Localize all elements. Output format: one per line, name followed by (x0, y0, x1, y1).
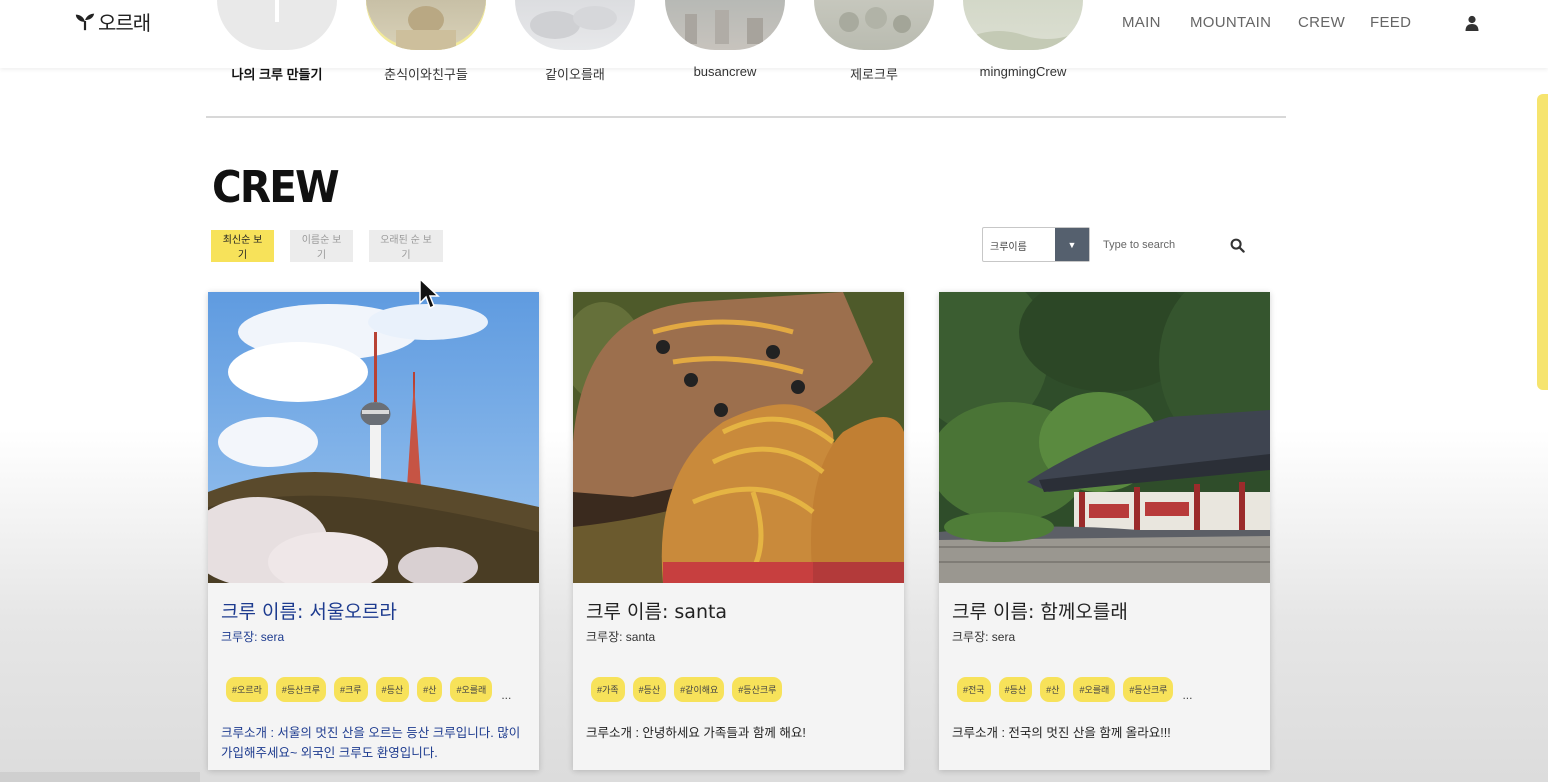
nav-crew[interactable]: CREW (1298, 14, 1345, 31)
search-type-value: 크루이름 (990, 242, 1027, 253)
sort-latest-button[interactable]: 최신순 보기 (211, 230, 274, 262)
crew-image-seoul-tower (208, 292, 539, 583)
nav-main[interactable]: MAIN (1122, 14, 1161, 31)
hashtag[interactable]: #산 (1040, 677, 1066, 702)
hashtag[interactable]: #전국 (957, 677, 991, 702)
tag-list: #전국 #등산 #산 #오를래 #등산크루 ... (957, 677, 1192, 702)
hashtag[interactable]: #오를래 (450, 677, 493, 702)
crew-card[interactable]: 크루 이름: 함께오를래 크루장: sera #전국 #등산 #산 #오를래 #… (939, 292, 1270, 770)
crew-image-hiking-boots (573, 292, 904, 583)
crew-leader: 크루장: sera (221, 630, 285, 644)
create-crew-circle (217, 0, 337, 50)
tag-list: #가족 #등산 #같이해요 #등산크루 (591, 677, 783, 702)
crew-leader: 크루장: santa (586, 630, 656, 644)
nav-mountain[interactable]: MOUNTAIN (1190, 14, 1271, 31)
story-label: 춘식이와친구들 (384, 67, 468, 82)
crew-story-strip: 나의 크루 만들기 춘식이와친구들 같이오를래 busancrew 제로크루 m… (200, 0, 1100, 90)
story-label: 제로크루 (850, 67, 898, 82)
logo[interactable]: 오르래 (74, 8, 151, 35)
more-tags-ellipsis: ... (501, 687, 512, 702)
crew-name[interactable]: 크루 이름: 서울오르라 (221, 597, 397, 624)
scrollbar-thumb[interactable] (1537, 94, 1548, 390)
story-create-crew[interactable]: 나의 크루 만들기 (212, 0, 342, 83)
hashtag[interactable]: #산 (417, 677, 443, 702)
story-crew[interactable]: 제로크루 (809, 0, 939, 83)
crew-leader: 크루장: sera (952, 630, 1016, 644)
hashtag[interactable]: #크루 (334, 677, 368, 702)
card-body: 크루 이름: 서울오르라 크루장: sera #오르라 #등산크루 #크루 #등… (208, 583, 539, 770)
story-label: mingmingCrew (979, 64, 1067, 79)
story-crew[interactable]: 같이오를래 (510, 0, 640, 83)
more-tags-ellipsis: ... (1182, 687, 1193, 702)
tag-list: #오르라 #등산크루 #크루 #등산 #산 #오를래 ... (226, 677, 511, 702)
hashtag[interactable]: #등산 (375, 677, 410, 702)
card-body: 크루 이름: santa 크루장: santa #가족 #등산 #같이해요 #등… (573, 583, 904, 770)
hashtag[interactable]: #등산크루 (275, 677, 326, 702)
section-divider (206, 116, 1286, 118)
crew-description: 크루소개 : 안녕하세요 가족들과 함께 해요! (586, 726, 806, 740)
user-icon[interactable] (1464, 15, 1480, 31)
crew-thumbnail (366, 0, 486, 50)
story-crew[interactable]: mingmingCrew (958, 0, 1088, 79)
hashtag[interactable]: #가족 (591, 677, 625, 702)
crew-name[interactable]: 크루 이름: 함께오를래 (952, 597, 1128, 624)
hashtag[interactable]: #등산크루 (1123, 677, 1174, 702)
card-body: 크루 이름: 함께오를래 크루장: sera #전국 #등산 #산 #오를래 #… (939, 583, 1270, 770)
crew-thumbnail (814, 0, 934, 50)
crew-image-hanok-forest (939, 292, 1270, 583)
chevron-down-icon: ▼ (1055, 228, 1089, 261)
sort-name-button[interactable]: 이름순 보기 (290, 230, 353, 262)
nav-feed[interactable]: FEED (1370, 14, 1411, 31)
crew-card[interactable]: 크루 이름: santa 크루장: santa #가족 #등산 #같이해요 #등… (573, 292, 904, 770)
crew-thumbnail (963, 0, 1083, 50)
page-title: CREW (212, 162, 340, 213)
search-icon[interactable] (1230, 238, 1245, 253)
mouse-cursor-icon (419, 277, 440, 310)
crew-card[interactable]: 크루 이름: 서울오르라 크루장: sera #오르라 #등산크루 #크루 #등… (208, 292, 539, 770)
logo-text: 오르래 (98, 12, 151, 35)
story-label: busancrew (693, 64, 757, 79)
search-type-select[interactable]: 크루이름 ▼ (982, 227, 1090, 262)
hashtag[interactable]: #등산 (998, 677, 1033, 702)
crew-description: 크루소개 : 서울의 멋진 산을 오르는 등산 크루입니다. 많이 가입해주세요… (221, 726, 521, 760)
story-label: 같이오를래 (545, 67, 605, 82)
crew-thumbnail (665, 0, 785, 50)
sprout-icon (75, 13, 95, 31)
story-crew[interactable]: 춘식이와친구들 (361, 0, 491, 83)
story-label: 나의 크루 만들기 (231, 67, 323, 82)
search-input[interactable] (1096, 232, 1226, 258)
hashtag[interactable]: #같이해요 (674, 677, 725, 702)
crew-thumbnail (515, 0, 635, 50)
hashtag[interactable]: #오르라 (226, 677, 268, 702)
hashtag[interactable]: #등산크루 (732, 677, 783, 702)
bottom-edge-shade (0, 772, 200, 782)
hashtag[interactable]: #등산 (632, 677, 667, 702)
sort-oldest-button[interactable]: 오래된 순 보기 (369, 230, 443, 262)
crew-description: 크루소개 : 전국의 멋진 산을 함께 올라요!!! (952, 726, 1171, 740)
story-crew[interactable]: busancrew (660, 0, 790, 79)
crew-name[interactable]: 크루 이름: santa (586, 597, 727, 624)
hashtag[interactable]: #오를래 (1073, 677, 1116, 702)
